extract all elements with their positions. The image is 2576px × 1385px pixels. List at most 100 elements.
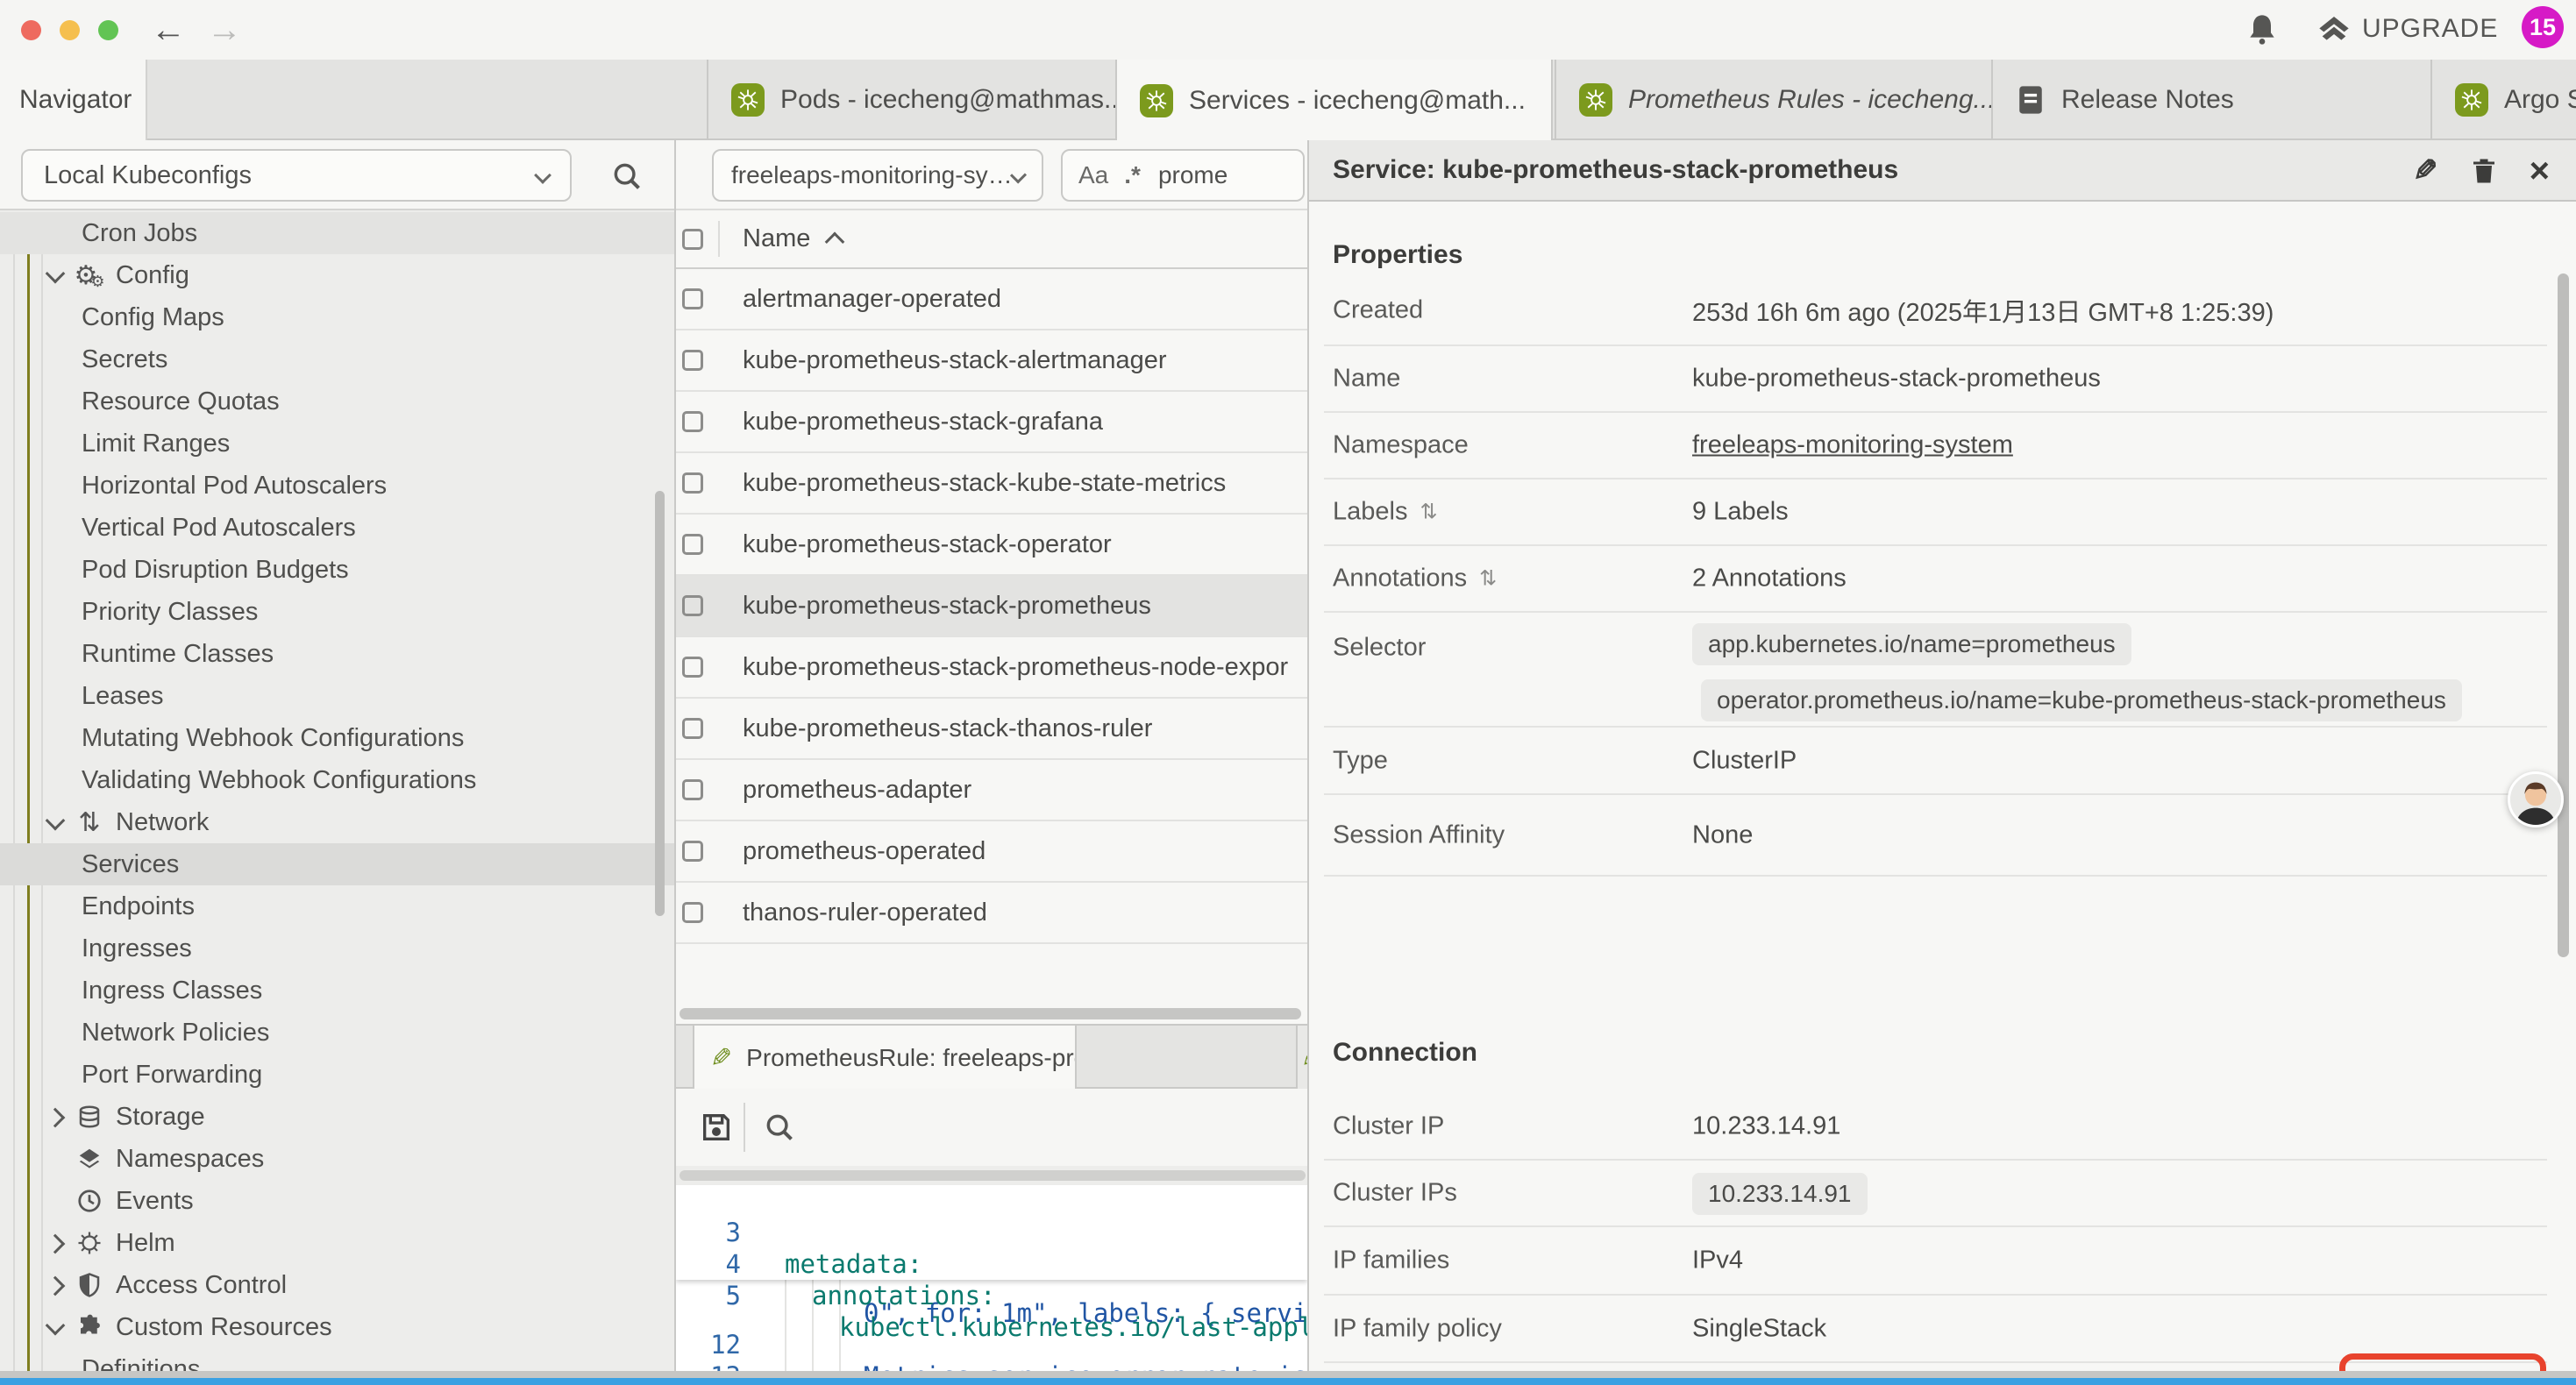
search-icon[interactable] — [610, 160, 644, 193]
section-heading-properties: Properties — [1333, 240, 1462, 270]
table-row[interactable]: prometheus-adapter — [676, 760, 1307, 821]
sidebar-item-runtime-classes[interactable]: Runtime Classes — [0, 633, 674, 675]
resource-tree: Cron Jobs ⚙⚙ Config Config Maps Secrets … — [0, 212, 674, 1385]
kubernetes-icon — [1140, 84, 1173, 117]
sidebar-item-ingress-classes[interactable]: Ingress Classes — [0, 970, 674, 1012]
sidebar-item-namespaces[interactable]: Namespaces — [0, 1138, 674, 1180]
navigator-tab[interactable]: Navigator — [0, 60, 147, 140]
forward-arrow-icon[interactable]: → — [207, 9, 242, 51]
table-row-selected[interactable]: kube-prometheus-stack-prometheus — [676, 576, 1307, 637]
row-checkbox[interactable] — [682, 534, 703, 555]
sidebar-item-services[interactable]: Services — [0, 843, 674, 885]
sidebar-item-limit-ranges[interactable]: Limit Ranges — [0, 423, 674, 465]
tab-services-active[interactable]: Services - icecheng@math... × — [1115, 60, 1553, 142]
filter-input[interactable] — [1156, 160, 1262, 190]
edit-pencil-icon: ✎ — [710, 1043, 732, 1074]
edit-icon[interactable]: ✎ — [2413, 153, 2438, 188]
chevron-right-icon — [46, 1233, 66, 1254]
notification-badge[interactable]: 15 — [2522, 6, 2564, 48]
table-row[interactable]: kube-prometheus-stack-prometheus-node-ex… — [676, 637, 1307, 699]
table-row[interactable]: kube-prometheus-stack-grafana — [676, 392, 1307, 453]
sidebar-item-port-forwarding[interactable]: Port Forwarding — [0, 1054, 674, 1096]
sidebar-group-config[interactable]: ⚙⚙ Config — [0, 254, 674, 296]
sidebar-group-custom-resources[interactable]: Custom Resources — [0, 1306, 674, 1348]
close-window-button[interactable] — [21, 20, 41, 40]
namespace-link[interactable]: freeleaps-monitoring-system — [1692, 431, 2013, 460]
user-avatar[interactable] — [2508, 771, 2564, 827]
sidebar-item-pod-disruption-budgets[interactable]: Pod Disruption Budgets — [0, 549, 674, 591]
sidebar-item-priority-classes[interactable]: Priority Classes — [0, 591, 674, 633]
row-checkbox[interactable] — [682, 288, 703, 309]
table-row[interactable]: kube-prometheus-stack-operator — [676, 515, 1307, 576]
tab-pods[interactable]: Pods - icecheng@mathmas... — [707, 60, 1115, 140]
horizontal-scrollbar[interactable] — [680, 1008, 1301, 1019]
row-checkbox[interactable] — [682, 841, 703, 862]
sidebar-item-ingresses[interactable]: Ingresses — [0, 927, 674, 970]
table-row[interactable]: alertmanager-operated — [676, 269, 1307, 330]
zoom-window-button[interactable] — [98, 20, 118, 40]
sidebar-group-access-control[interactable]: Access Control — [0, 1264, 674, 1306]
detail-scrollbar[interactable] — [2558, 273, 2569, 957]
save-icon[interactable] — [697, 1108, 736, 1147]
editor-tab-partial[interactable]: ✎ — [1296, 1026, 1309, 1090]
row-checkbox[interactable] — [682, 595, 703, 616]
sidebar-item-cron-jobs[interactable]: Cron Jobs — [0, 212, 674, 254]
kubeconfig-selector[interactable]: Local Kubeconfigs — [21, 149, 572, 202]
editor-horizontal-scrollbar[interactable] — [676, 1166, 1307, 1185]
yaml-editor[interactable]: 0", for: 1m", labels: { service: 12 Metr… — [676, 1185, 1307, 1385]
table-row[interactable]: kube-prometheus-stack-alertmanager — [676, 330, 1307, 392]
regex-toggle[interactable]: .* — [1124, 161, 1141, 189]
match-case-toggle[interactable]: Aa — [1078, 161, 1108, 189]
tab-argo[interactable]: Argo Se — [2430, 60, 2576, 140]
table-row[interactable]: thanos-ruler-operated — [676, 883, 1307, 944]
sidebar-item-resource-quotas[interactable]: Resource Quotas — [0, 380, 674, 423]
expand-collapse-icon[interactable]: ⇅ — [1479, 566, 1497, 592]
sidebar-item-network-policies[interactable]: Network Policies — [0, 1012, 674, 1054]
row-checkbox[interactable] — [682, 718, 703, 739]
back-arrow-icon[interactable]: ← — [151, 9, 186, 51]
sidebar-item-events[interactable]: Events — [0, 1180, 674, 1222]
row-checkbox[interactable] — [682, 411, 703, 432]
detail-header: Service: kube-prometheus-stack-prometheu… — [1309, 140, 2576, 202]
sidebar-item-leases[interactable]: Leases — [0, 675, 674, 717]
table-header: Name — [676, 210, 1307, 269]
sidebar-group-network[interactable]: ⇅ Network — [0, 801, 674, 843]
delete-trash-icon[interactable] — [2468, 155, 2500, 187]
row-checkbox[interactable] — [682, 902, 703, 923]
table-row[interactable]: kube-prometheus-stack-kube-state-metrics — [676, 453, 1307, 515]
row-checkbox[interactable] — [682, 350, 703, 371]
sidebar-scrollbar[interactable] — [655, 491, 665, 916]
helm-wheel-icon — [72, 1230, 107, 1256]
sidebar-item-horizontal-pod-autoscalers[interactable]: Horizontal Pod Autoscalers — [0, 465, 674, 507]
sidebar-item-config-maps[interactable]: Config Maps — [0, 296, 674, 338]
bell-icon[interactable] — [2245, 12, 2280, 47]
minimize-window-button[interactable] — [60, 20, 80, 40]
filter-box[interactable]: Aa .* — [1061, 149, 1305, 202]
select-all-checkbox[interactable] — [682, 229, 703, 250]
upgrade-button[interactable]: UPGRADE — [2362, 14, 2498, 44]
sidebar-item-secrets[interactable]: Secrets — [0, 338, 674, 380]
kubernetes-icon — [1579, 83, 1612, 117]
editor-tab-bar: ✎ PrometheusRule: freeleaps-prod-rabbitm… — [676, 1024, 1307, 1089]
namespace-selector[interactable]: freeleaps-monitoring-system — [712, 149, 1043, 202]
sidebar-item-mutating-webhook-configurations[interactable]: Mutating Webhook Configurations — [0, 717, 674, 759]
editor-search-icon[interactable] — [760, 1108, 799, 1147]
sidebar-item-validating-webhook-configurations[interactable]: Validating Webhook Configurations — [0, 759, 674, 801]
row-checkbox[interactable] — [682, 779, 703, 800]
expand-collapse-icon[interactable]: ⇅ — [1420, 500, 1437, 525]
sidebar-item-vertical-pod-autoscalers[interactable]: Vertical Pod Autoscalers — [0, 507, 674, 549]
sidebar-item-endpoints[interactable]: Endpoints — [0, 885, 674, 927]
table-row[interactable]: prometheus-operated — [676, 821, 1307, 883]
sidebar-group-storage[interactable]: Storage — [0, 1096, 674, 1138]
cluster-ips-chip: 10.233.14.91 — [1692, 1173, 1868, 1215]
tab-release-notes[interactable]: Release Notes — [1991, 60, 2430, 140]
row-checkbox[interactable] — [682, 472, 703, 494]
row-checkbox[interactable] — [682, 657, 703, 678]
editor-tab-prometheusrule[interactable]: ✎ PrometheusRule: freeleaps-prod-rabbitm… — [693, 1026, 1077, 1090]
upgrade-icon[interactable] — [2315, 12, 2353, 47]
close-panel-icon[interactable]: × — [2530, 153, 2550, 188]
table-row[interactable]: kube-prometheus-stack-thanos-ruler — [676, 699, 1307, 760]
sidebar-group-helm[interactable]: Helm — [0, 1222, 674, 1264]
column-header-name[interactable]: Name — [743, 224, 842, 253]
tab-prometheus-rules[interactable]: Prometheus Rules - icecheng... — [1555, 60, 1991, 140]
